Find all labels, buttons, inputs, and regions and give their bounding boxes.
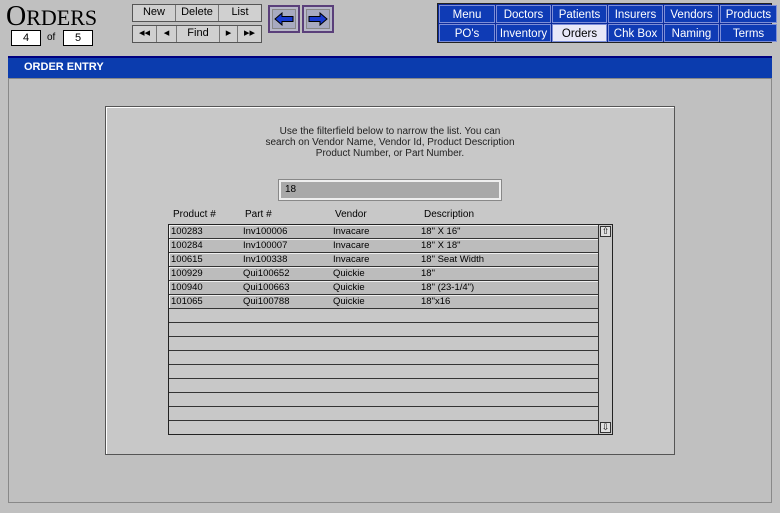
- table-row[interactable]: 100940 Qui100663 Quickie 18" (23-1/4"): [169, 281, 599, 295]
- arrow-right-icon: [306, 9, 330, 29]
- empty-row: [169, 323, 599, 337]
- cell-vendor: Invacare: [333, 226, 370, 237]
- cell-part: Inv100007: [243, 240, 288, 251]
- column-header-vendor: Vendor: [335, 209, 367, 220]
- cell-product: 101065: [171, 296, 203, 307]
- main-navigation: Menu Doctors Patients Insurers Vendors P…: [437, 3, 777, 43]
- product-lookup-panel: Use the filterfield below to narrow the …: [105, 106, 675, 455]
- section-header: ORDER ENTRY: [8, 56, 772, 78]
- nav-pos[interactable]: PO's: [439, 24, 495, 42]
- record-navigation-bar: ◂◂ ◂ Find ▸ ▸▸: [132, 25, 262, 43]
- list-button[interactable]: List: [219, 5, 261, 21]
- record-action-bar: New Delete List: [132, 4, 262, 22]
- column-header-description: Description: [424, 209, 475, 220]
- product-table: 100283 Inv100006 Invacare 18" X 16" 1002…: [168, 224, 613, 435]
- prev-record-button[interactable]: ◂: [157, 26, 177, 42]
- page-title: ORDERS: [6, 1, 97, 33]
- title-rest: RDERS: [26, 5, 98, 30]
- record-current-field[interactable]: 4: [11, 30, 41, 46]
- cell-description: 18" Seat Width: [421, 254, 485, 265]
- cell-part: Qui100663: [243, 282, 290, 293]
- empty-row: [169, 421, 599, 435]
- empty-row: [169, 365, 599, 379]
- title-initial: O: [6, 1, 27, 32]
- next-record-button[interactable]: ▸: [220, 26, 238, 42]
- scroll-down-icon[interactable]: ⇩: [600, 422, 611, 433]
- first-record-button[interactable]: ◂◂: [133, 26, 157, 42]
- table-row[interactable]: 100929 Qui100652 Quickie 18": [169, 267, 599, 281]
- forward-button[interactable]: [302, 5, 334, 33]
- empty-row: [169, 337, 599, 351]
- cell-description: 18": [421, 268, 435, 279]
- filter-input[interactable]: 18: [278, 179, 502, 201]
- cell-part: Inv100006: [243, 226, 288, 237]
- empty-row: [169, 407, 599, 421]
- cell-part: Qui100788: [243, 296, 290, 307]
- nav-patients[interactable]: Patients: [552, 5, 607, 23]
- back-button[interactable]: [268, 5, 300, 33]
- find-button[interactable]: Find: [177, 26, 220, 42]
- column-header-product: Product #: [173, 209, 216, 220]
- cell-part: Qui100652: [243, 268, 290, 279]
- table-row[interactable]: 101065 Qui100788 Quickie 18"x16: [169, 295, 599, 309]
- nav-orders[interactable]: Orders: [552, 24, 607, 42]
- table-row[interactable]: 100615 Inv100338 Invacare 18" Seat Width: [169, 253, 599, 267]
- arrow-left-icon: [272, 9, 296, 29]
- cell-product: 100929: [171, 268, 203, 279]
- nav-insurers[interactable]: Insurers: [608, 5, 663, 23]
- nav-naming[interactable]: Naming: [664, 24, 719, 42]
- nav-menu[interactable]: Menu: [439, 5, 495, 23]
- cell-vendor: Quickie: [333, 282, 365, 293]
- table-row[interactable]: 100283 Inv100006 Invacare 18" X 16": [169, 225, 599, 239]
- cell-description: 18" (23-1/4"): [421, 282, 475, 293]
- last-record-button[interactable]: ▸▸: [238, 26, 261, 42]
- cell-vendor: Quickie: [333, 296, 365, 307]
- cell-vendor: Invacare: [333, 240, 370, 251]
- nav-chk-box[interactable]: Chk Box: [608, 24, 663, 42]
- column-header-part: Part #: [245, 209, 272, 220]
- empty-row: [169, 309, 599, 323]
- filter-instructions: Use the filterfield below to narrow the …: [265, 126, 515, 159]
- nav-doctors[interactable]: Doctors: [496, 5, 551, 23]
- nav-terms[interactable]: Terms: [720, 24, 777, 42]
- cell-vendor: Invacare: [333, 254, 370, 265]
- record-of-label: of: [47, 32, 56, 43]
- empty-row: [169, 379, 599, 393]
- table-scrollbar[interactable]: ⇧ ⇩: [598, 225, 612, 434]
- new-button[interactable]: New: [133, 5, 176, 21]
- cell-product: 100284: [171, 240, 203, 251]
- cell-product: 100283: [171, 226, 203, 237]
- empty-row: [169, 351, 599, 365]
- nav-inventory[interactable]: Inventory: [496, 24, 551, 42]
- cell-description: 18" X 16": [421, 226, 461, 237]
- nav-products[interactable]: Products: [720, 5, 777, 23]
- record-total-field: 5: [63, 30, 93, 46]
- nav-vendors[interactable]: Vendors: [664, 5, 719, 23]
- cell-description: 18" X 18": [421, 240, 461, 251]
- empty-row: [169, 393, 599, 407]
- scroll-up-icon[interactable]: ⇧: [600, 226, 611, 237]
- delete-button[interactable]: Delete: [176, 5, 219, 21]
- cell-product: 100940: [171, 282, 203, 293]
- cell-part: Inv100338: [243, 254, 288, 265]
- cell-product: 100615: [171, 254, 203, 265]
- cell-vendor: Quickie: [333, 268, 365, 279]
- cell-description: 18"x16: [421, 296, 451, 307]
- table-row[interactable]: 100284 Inv100007 Invacare 18" X 18": [169, 239, 599, 253]
